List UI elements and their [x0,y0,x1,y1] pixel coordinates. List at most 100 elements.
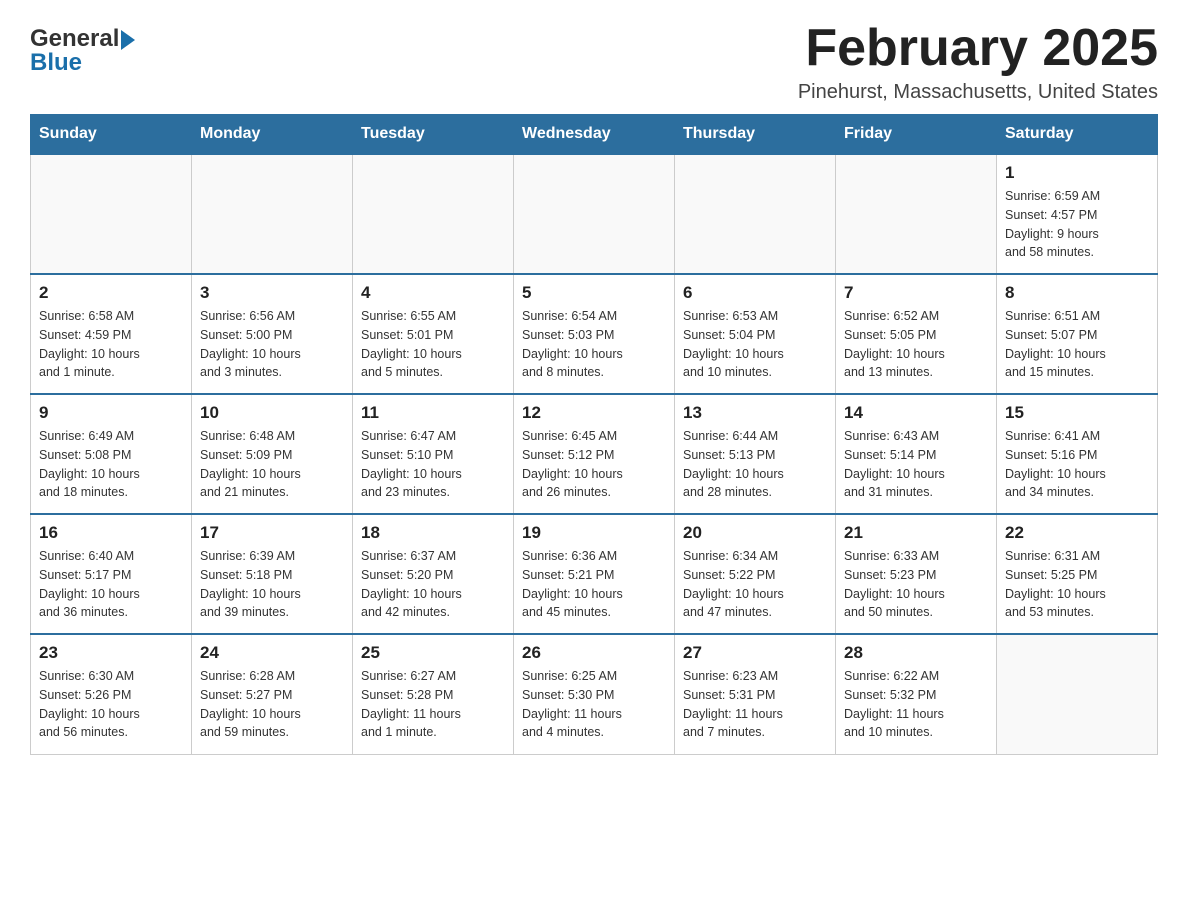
day-number: 9 [39,403,183,423]
calendar-day-cell: 4 Sunrise: 6:55 AM Sunset: 5:01 PM Daylig… [353,274,514,394]
day-number: 7 [844,283,988,303]
day-info: Sunrise: 6:39 AM Sunset: 5:18 PM Dayligh… [200,547,344,622]
calendar-title: February 2025 [798,20,1158,77]
calendar-day-cell: 13 Sunrise: 6:44 AM Sunset: 5:13 PM Dayli… [675,394,836,514]
calendar-day-cell: 5 Sunrise: 6:54 AM Sunset: 5:03 PM Daylig… [514,274,675,394]
calendar-day-cell: 22 Sunrise: 6:31 AM Sunset: 5:25 PM Dayli… [997,514,1158,634]
day-info: Sunrise: 6:49 AM Sunset: 5:08 PM Dayligh… [39,427,183,502]
day-number: 13 [683,403,827,423]
logo-arrow-icon [121,30,135,50]
day-number: 10 [200,403,344,423]
calendar-week-row: 1 Sunrise: 6:59 AM Sunset: 4:57 PM Daylig… [31,154,1158,274]
day-number: 17 [200,523,344,543]
day-of-week-header: Tuesday [353,115,514,155]
day-info: Sunrise: 6:56 AM Sunset: 5:00 PM Dayligh… [200,307,344,382]
day-number: 19 [522,523,666,543]
calendar-day-cell: 8Sunrise: 6:51 AM Sunset: 5:07 PM Daylig… [997,274,1158,394]
calendar-day-cell: 7 Sunrise: 6:52 AM Sunset: 5:05 PM Daylig… [836,274,997,394]
day-number: 2 [39,283,183,303]
calendar-day-cell: 11 Sunrise: 6:47 AM Sunset: 5:10 PM Dayli… [353,394,514,514]
day-number: 20 [683,523,827,543]
calendar-week-row: 16 Sunrise: 6:40 AM Sunset: 5:17 PM Dayli… [31,514,1158,634]
day-number: 24 [200,643,344,663]
calendar-day-cell: 15 Sunrise: 6:41 AM Sunset: 5:16 PM Dayli… [997,394,1158,514]
day-info: Sunrise: 6:51 AM Sunset: 5:07 PM Dayligh… [1005,307,1149,382]
calendar-day-cell: 25 Sunrise: 6:27 AM Sunset: 5:28 PM Dayli… [353,634,514,754]
calendar-subtitle: Pinehurst, Massachusetts, United States [798,81,1158,104]
day-number: 14 [844,403,988,423]
calendar-day-cell: 24 Sunrise: 6:28 AM Sunset: 5:27 PM Dayli… [192,634,353,754]
day-number: 16 [39,523,183,543]
title-area: February 2025 Pinehurst, Massachusetts, … [798,20,1158,104]
calendar-day-cell: 16 Sunrise: 6:40 AM Sunset: 5:17 PM Dayli… [31,514,192,634]
day-info: Sunrise: 6:58 AM Sunset: 4:59 PM Dayligh… [39,307,183,382]
calendar-day-cell: 19 Sunrise: 6:36 AM Sunset: 5:21 PM Dayli… [514,514,675,634]
day-info: Sunrise: 6:28 AM Sunset: 5:27 PM Dayligh… [200,667,344,742]
day-info: Sunrise: 6:53 AM Sunset: 5:04 PM Dayligh… [683,307,827,382]
day-number: 5 [522,283,666,303]
calendar-day-cell: 28 Sunrise: 6:22 AM Sunset: 5:32 PM Dayli… [836,634,997,754]
calendar-day-cell: 9 Sunrise: 6:49 AM Sunset: 5:08 PM Daylig… [31,394,192,514]
calendar-day-cell: 23 Sunrise: 6:30 AM Sunset: 5:26 PM Dayli… [31,634,192,754]
day-info: Sunrise: 6:36 AM Sunset: 5:21 PM Dayligh… [522,547,666,622]
day-info: Sunrise: 6:59 AM Sunset: 4:57 PM Dayligh… [1005,187,1149,262]
calendar-day-cell: 6 Sunrise: 6:53 AM Sunset: 5:04 PM Daylig… [675,274,836,394]
day-info: Sunrise: 6:34 AM Sunset: 5:22 PM Dayligh… [683,547,827,622]
calendar-day-cell: 27Sunrise: 6:23 AM Sunset: 5:31 PM Dayli… [675,634,836,754]
calendar-day-cell [353,154,514,274]
day-info: Sunrise: 6:48 AM Sunset: 5:09 PM Dayligh… [200,427,344,502]
calendar-day-cell: 10 Sunrise: 6:48 AM Sunset: 5:09 PM Dayli… [192,394,353,514]
day-of-week-header: Monday [192,115,353,155]
calendar-day-cell [997,634,1158,754]
calendar-week-row: 23 Sunrise: 6:30 AM Sunset: 5:26 PM Dayli… [31,634,1158,754]
day-of-week-header: Friday [836,115,997,155]
calendar-day-cell [514,154,675,274]
calendar-table: SundayMondayTuesdayWednesdayThursdayFrid… [30,114,1158,755]
day-info: Sunrise: 6:52 AM Sunset: 5:05 PM Dayligh… [844,307,988,382]
page-header: General Blue February 2025 Pinehurst, Ma… [30,20,1158,104]
day-number: 1 [1005,163,1149,183]
day-of-week-header: Sunday [31,115,192,155]
day-info: Sunrise: 6:22 AM Sunset: 5:32 PM Dayligh… [844,667,988,742]
day-number: 11 [361,403,505,423]
calendar-day-cell: 14 Sunrise: 6:43 AM Sunset: 5:14 PM Dayli… [836,394,997,514]
day-info: Sunrise: 6:30 AM Sunset: 5:26 PM Dayligh… [39,667,183,742]
day-number: 4 [361,283,505,303]
day-info: Sunrise: 6:23 AM Sunset: 5:31 PM Dayligh… [683,667,827,742]
calendar-header-row: SundayMondayTuesdayWednesdayThursdayFrid… [31,115,1158,155]
calendar-day-cell: 21 Sunrise: 6:33 AM Sunset: 5:23 PM Dayli… [836,514,997,634]
day-info: Sunrise: 6:27 AM Sunset: 5:28 PM Dayligh… [361,667,505,742]
day-info: Sunrise: 6:55 AM Sunset: 5:01 PM Dayligh… [361,307,505,382]
day-number: 6 [683,283,827,303]
calendar-week-row: 2 Sunrise: 6:58 AM Sunset: 4:59 PM Daylig… [31,274,1158,394]
day-number: 21 [844,523,988,543]
calendar-day-cell: 17 Sunrise: 6:39 AM Sunset: 5:18 PM Dayli… [192,514,353,634]
day-number: 22 [1005,523,1149,543]
calendar-day-cell [675,154,836,274]
day-number: 23 [39,643,183,663]
calendar-day-cell: 2 Sunrise: 6:58 AM Sunset: 4:59 PM Daylig… [31,274,192,394]
day-info: Sunrise: 6:33 AM Sunset: 5:23 PM Dayligh… [844,547,988,622]
calendar-day-cell [836,154,997,274]
calendar-day-cell [31,154,192,274]
day-number: 25 [361,643,505,663]
calendar-week-row: 9 Sunrise: 6:49 AM Sunset: 5:08 PM Daylig… [31,394,1158,514]
day-info: Sunrise: 6:54 AM Sunset: 5:03 PM Dayligh… [522,307,666,382]
logo-blue-text: Blue [30,49,82,77]
day-of-week-header: Saturday [997,115,1158,155]
day-info: Sunrise: 6:47 AM Sunset: 5:10 PM Dayligh… [361,427,505,502]
day-info: Sunrise: 6:45 AM Sunset: 5:12 PM Dayligh… [522,427,666,502]
day-info: Sunrise: 6:44 AM Sunset: 5:13 PM Dayligh… [683,427,827,502]
day-number: 18 [361,523,505,543]
day-info: Sunrise: 6:31 AM Sunset: 5:25 PM Dayligh… [1005,547,1149,622]
day-info: Sunrise: 6:41 AM Sunset: 5:16 PM Dayligh… [1005,427,1149,502]
day-of-week-header: Wednesday [514,115,675,155]
day-info: Sunrise: 6:40 AM Sunset: 5:17 PM Dayligh… [39,547,183,622]
day-number: 15 [1005,403,1149,423]
day-info: Sunrise: 6:43 AM Sunset: 5:14 PM Dayligh… [844,427,988,502]
day-number: 28 [844,643,988,663]
calendar-day-cell: 12 Sunrise: 6:45 AM Sunset: 5:12 PM Dayli… [514,394,675,514]
day-number: 12 [522,403,666,423]
day-number: 3 [200,283,344,303]
day-info: Sunrise: 6:25 AM Sunset: 5:30 PM Dayligh… [522,667,666,742]
